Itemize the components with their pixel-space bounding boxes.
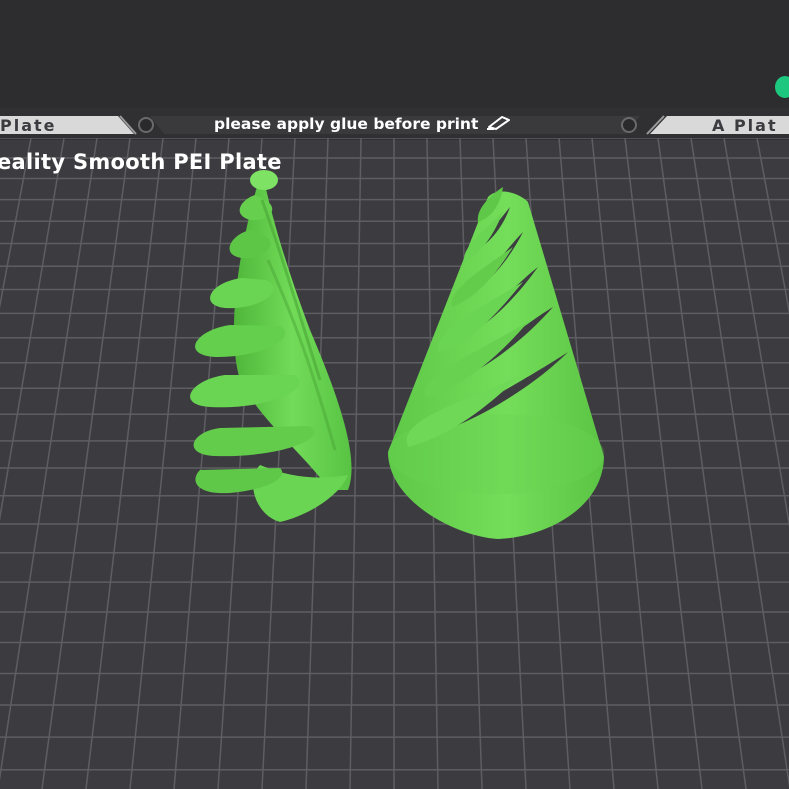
- pencil-icon[interactable]: [486, 114, 512, 134]
- plate-note[interactable]: please apply glue before print: [214, 114, 512, 134]
- plate-note-text: please apply glue before print: [214, 115, 479, 133]
- model-twisted-spiral[interactable]: [170, 160, 370, 530]
- status-indicator: [775, 76, 789, 98]
- plate-tab-right[interactable]: A Plat: [712, 116, 778, 135]
- screw-left-icon: [138, 117, 154, 133]
- plate-tab-left[interactable]: Plate: [0, 116, 57, 135]
- model-spiral-cone[interactable]: [378, 182, 610, 544]
- top-toolbar: [0, 0, 789, 108]
- screw-right-icon: [621, 117, 637, 133]
